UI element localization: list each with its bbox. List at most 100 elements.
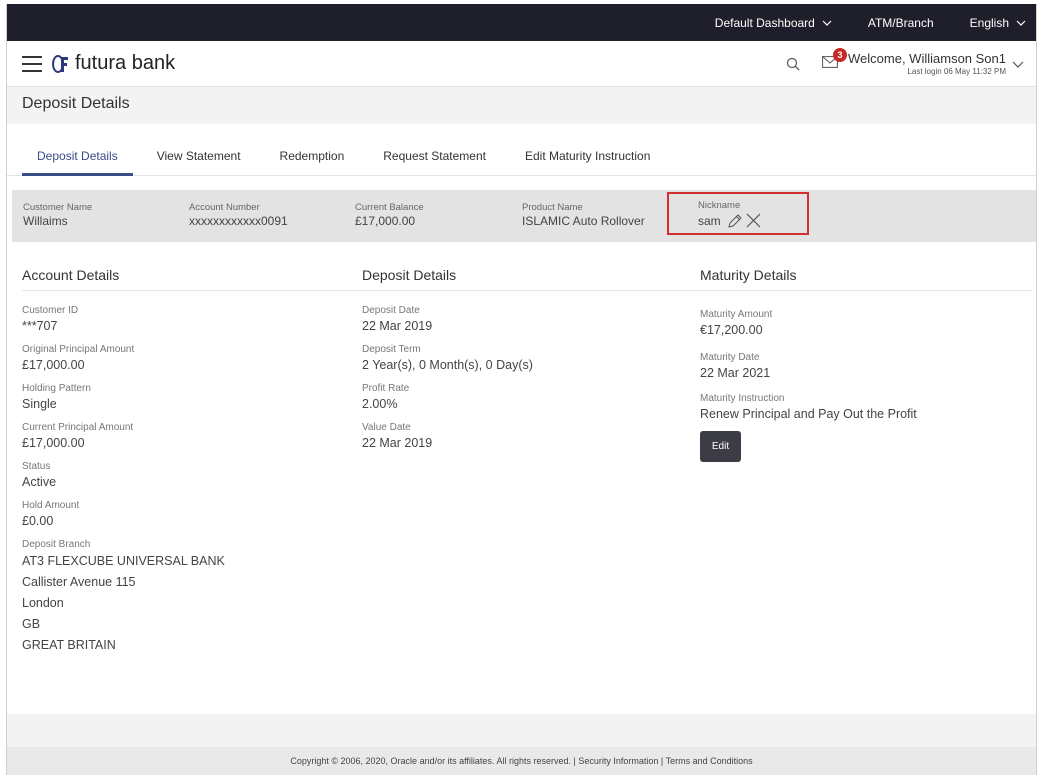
field-label: Value Date <box>362 422 411 433</box>
hamburger-menu-icon[interactable] <box>22 55 42 72</box>
account-details-column: Customer ID ***707 Original Principal Am… <box>22 304 342 663</box>
field-label: Original Principal Amount <box>22 344 135 355</box>
brand-name: futura bank <box>75 52 176 74</box>
field-label: Profit Rate <box>362 383 410 394</box>
pencil-icon[interactable] <box>727 213 743 229</box>
field-maturity-instruction: Maturity Instruction Renew Principal and… <box>700 392 1020 424</box>
user-menu[interactable]: Welcome, Williamson Son1 Last login 06 M… <box>848 51 1006 76</box>
field-value-date: Value Date 22 Mar 2019 <box>362 421 682 453</box>
field-deposit-branch: Deposit Branch AT3 FLEXCUBE UNIVERSAL BA… <box>22 538 342 656</box>
field-value: €17,200.00 <box>700 323 763 337</box>
summary-value: xxxxxxxxxxxx0091 <box>189 214 288 228</box>
field-value: Renew Principal and Pay Out the Profit <box>700 407 917 421</box>
deposit-details-column: Deposit Date 22 Mar 2019 Deposit Term 2 … <box>362 304 682 460</box>
summary-customer-name: Customer Name Willaims <box>23 202 92 228</box>
branch-line: Callister Avenue 115 <box>22 575 136 589</box>
maturity-details-heading: Maturity Details <box>700 267 797 283</box>
security-information-link[interactable]: Security Information <box>578 756 658 766</box>
chevron-down-icon <box>822 20 832 26</box>
field-value: ***707 <box>22 319 58 333</box>
deposit-details-heading: Deposit Details <box>362 267 457 283</box>
chevron-down-icon <box>1016 20 1026 26</box>
chevron-down-icon[interactable] <box>1012 59 1024 69</box>
tab-deposit-details[interactable]: Deposit Details <box>22 149 133 176</box>
default-dashboard-label: Default Dashboard <box>714 15 815 30</box>
summary-label: Customer Name <box>23 202 93 213</box>
field-label: Customer ID <box>22 305 79 316</box>
field-label: Deposit Branch <box>22 539 91 550</box>
footer-separator: | <box>660 756 664 766</box>
page-title: Deposit Details <box>7 87 1036 124</box>
close-icon[interactable] <box>745 212 762 229</box>
account-details-heading: Account Details <box>22 267 120 283</box>
field-label: Current Principal Amount <box>22 422 134 433</box>
maturity-details-column: Maturity Amount €17,200.00 Maturity Date… <box>700 308 1020 462</box>
account-summary-strip: Customer Name Willaims Account Number xx… <box>12 190 1036 242</box>
field-holding-pattern: Holding Pattern Single <box>22 382 342 414</box>
summary-value: ISLAMIC Auto Rollover <box>522 214 645 228</box>
atm-branch-link[interactable]: ATM/Branch <box>868 16 934 30</box>
footer: Copyright © 2006, 2020, Oracle and/or it… <box>7 747 1036 775</box>
field-value: 22 Mar 2019 <box>362 319 433 333</box>
field-label: Maturity Amount <box>700 309 773 320</box>
nickname-value: sam <box>698 214 721 228</box>
field-value: £0.00 <box>22 514 54 528</box>
field-value: 22 Mar 2019 <box>362 436 433 450</box>
field-label: Maturity Instruction <box>700 393 785 404</box>
copyright-text: Copyright © 2006, 2020, Oracle and/or it… <box>290 756 576 766</box>
field-current-principal: Current Principal Amount £17,000.00 <box>22 421 342 453</box>
field-deposit-date: Deposit Date 22 Mar 2019 <box>362 304 682 336</box>
tab-bar: Deposit Details View Statement Redemptio… <box>7 124 1036 176</box>
summary-nickname: Nickname sam <box>698 200 764 229</box>
summary-label: Account Number <box>189 202 260 213</box>
tab-edit-maturity-instruction[interactable]: Edit Maturity Instruction <box>510 149 665 175</box>
field-value: 22 Mar 2021 <box>700 366 771 380</box>
tab-redemption[interactable]: Redemption <box>265 149 360 175</box>
summary-label: Product Name <box>522 202 583 213</box>
field-label: Hold Amount <box>22 500 80 511</box>
branch-line: GB <box>22 617 41 631</box>
futura-logo-icon <box>52 54 68 73</box>
field-value: 2 Year(s), 0 Month(s), 0 Day(s) <box>362 358 533 372</box>
nickname-highlight-box: Nickname sam <box>667 192 809 235</box>
field-label: Holding Pattern <box>22 383 91 394</box>
summary-value: £17,000.00 <box>355 214 416 228</box>
summary-label: Nickname <box>698 200 741 211</box>
summary-value: Willaims <box>23 214 68 228</box>
field-maturity-amount: Maturity Amount €17,200.00 <box>700 308 1020 340</box>
field-deposit-term: Deposit Term 2 Year(s), 0 Month(s), 0 Da… <box>362 343 682 375</box>
field-value: 2.00% <box>362 397 398 411</box>
field-maturity-date: Maturity Date 22 Mar 2021 <box>700 351 1020 383</box>
atm-branch-label: ATM/Branch <box>867 15 934 30</box>
top-bar: Default Dashboard ATM/Branch English <box>7 4 1036 41</box>
summary-label: Current Balance <box>355 202 424 213</box>
main-header: futura bank 3 Welcome, Williamson Son1 L… <box>7 41 1036 87</box>
summary-product-name: Product Name ISLAMIC Auto Rollover <box>522 202 645 228</box>
mailbox-button[interactable]: 3 <box>822 47 848 73</box>
field-original-principal: Original Principal Amount £17,000.00 <box>22 343 342 375</box>
language-label: English <box>969 15 1009 30</box>
field-label: Status <box>22 461 51 472</box>
tab-view-statement[interactable]: View Statement <box>142 149 256 175</box>
last-login-text: Last login 06 May 11:32 PM <box>907 67 1006 76</box>
search-icon[interactable] <box>786 57 800 71</box>
welcome-text: Welcome, Williamson Son1 <box>848 51 1006 66</box>
field-label: Deposit Date <box>362 305 420 316</box>
tab-request-statement[interactable]: Request Statement <box>368 149 501 175</box>
field-hold-amount: Hold Amount £0.00 <box>22 499 342 531</box>
field-label: Deposit Term <box>362 344 421 355</box>
field-status: Status Active <box>22 460 342 492</box>
bank-logo[interactable]: futura bank <box>51 52 175 75</box>
branch-line: GREAT BRITAIN <box>22 638 116 652</box>
field-value: £17,000.00 <box>22 358 85 372</box>
branch-line: AT3 FLEXCUBE UNIVERSAL BANK <box>22 554 225 568</box>
summary-current-balance: Current Balance £17,000.00 <box>355 202 424 228</box>
field-profit-rate: Profit Rate 2.00% <box>362 382 682 414</box>
language-dropdown[interactable]: English <box>970 16 1026 30</box>
terms-and-conditions-link[interactable]: Terms and Conditions <box>666 756 753 766</box>
notification-badge: 3 <box>833 47 848 62</box>
edit-maturity-button[interactable]: Edit <box>700 431 741 462</box>
field-label: Maturity Date <box>700 352 760 363</box>
field-value: Single <box>22 397 57 411</box>
default-dashboard-dropdown[interactable]: Default Dashboard <box>715 16 832 30</box>
